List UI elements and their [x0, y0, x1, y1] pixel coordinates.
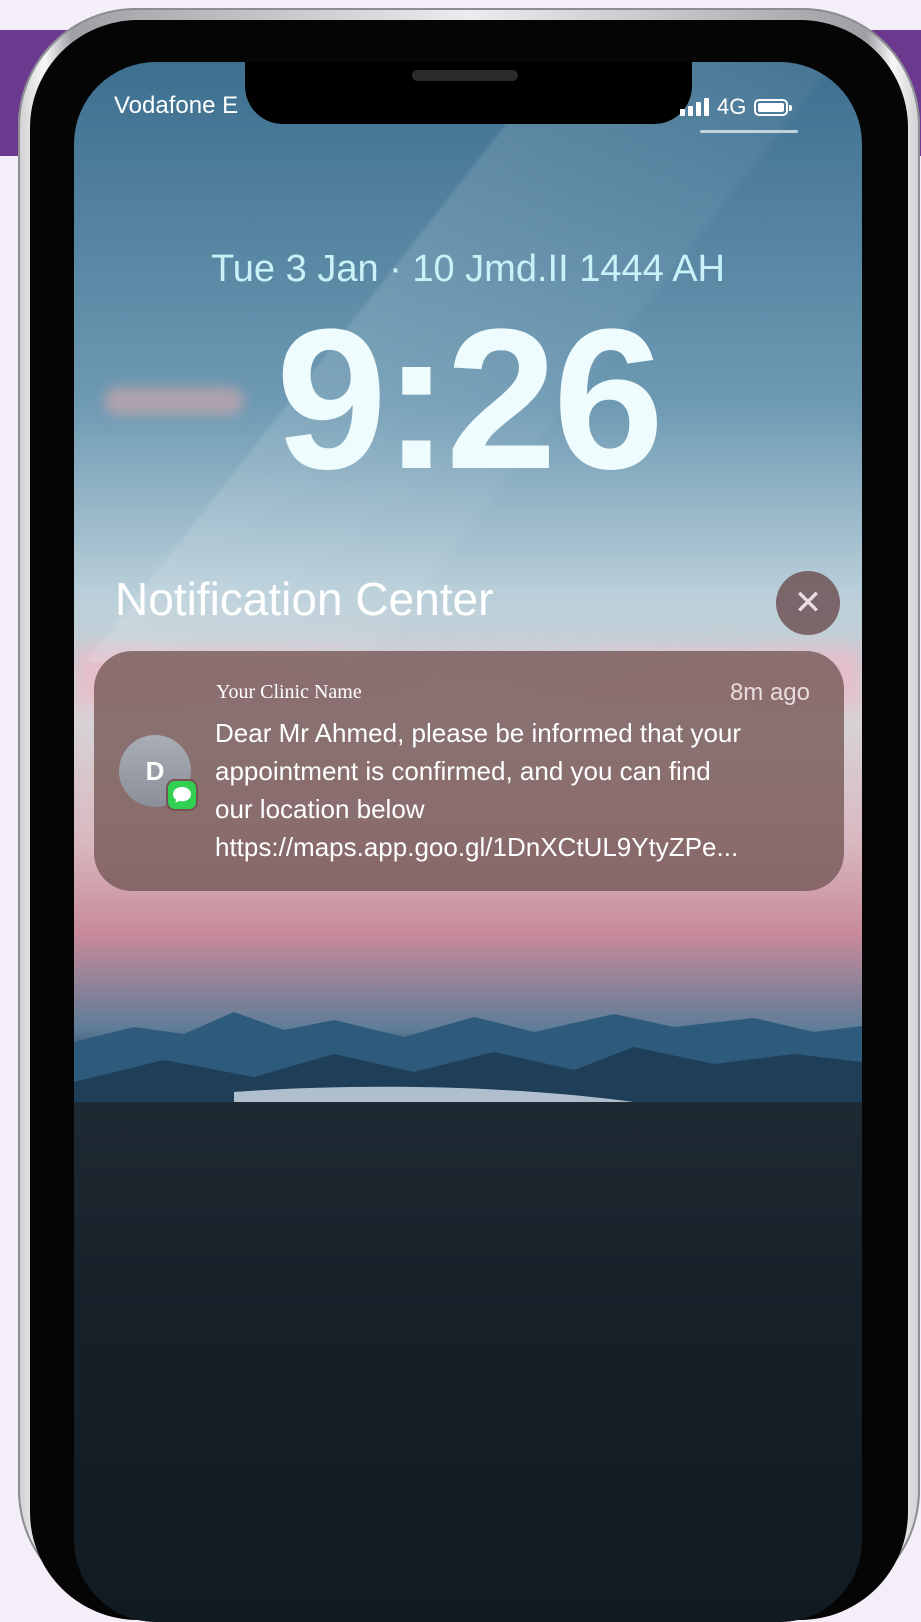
notification-message-line: Dear Mr Ahmed, please be informed that y… — [215, 718, 742, 748]
lock-screen-date: Tue 3 Jan · 10 Jmd.II 1444 AH — [211, 248, 725, 290]
notification-message-line: appointment is confirmed, and you can fi… — [215, 756, 711, 786]
earpiece-speaker — [412, 70, 518, 81]
notification-card[interactable]: D Your Clinic Name 8m ago Dear Mr Ahmed,… — [94, 651, 844, 891]
messages-icon — [166, 779, 198, 811]
close-icon[interactable]: ✕ — [776, 571, 840, 635]
notification-center-title: Notification Center — [115, 573, 494, 625]
notification-message: Dear Mr Ahmed, please be informed that y… — [215, 714, 815, 866]
carrier-label: Vodafone E — [114, 92, 239, 119]
status-indicators: 4G — [680, 94, 793, 120]
control-center-indicator[interactable] — [700, 130, 798, 133]
signal-icon — [680, 98, 709, 116]
battery-icon — [754, 98, 793, 116]
network-label: 4G — [717, 94, 747, 119]
notification-app-name: Your Clinic Name — [216, 681, 362, 703]
wallpaper-ground — [74, 1102, 862, 1622]
lock-screen-clock: 9:26 — [275, 288, 664, 511]
notification-message-line: our location below — [215, 794, 425, 824]
notification-link[interactable]: https://maps.app.goo.gl/1DnXCtUL9YtyZPe.… — [215, 828, 815, 866]
notification-timestamp: 8m ago — [729, 679, 810, 706]
